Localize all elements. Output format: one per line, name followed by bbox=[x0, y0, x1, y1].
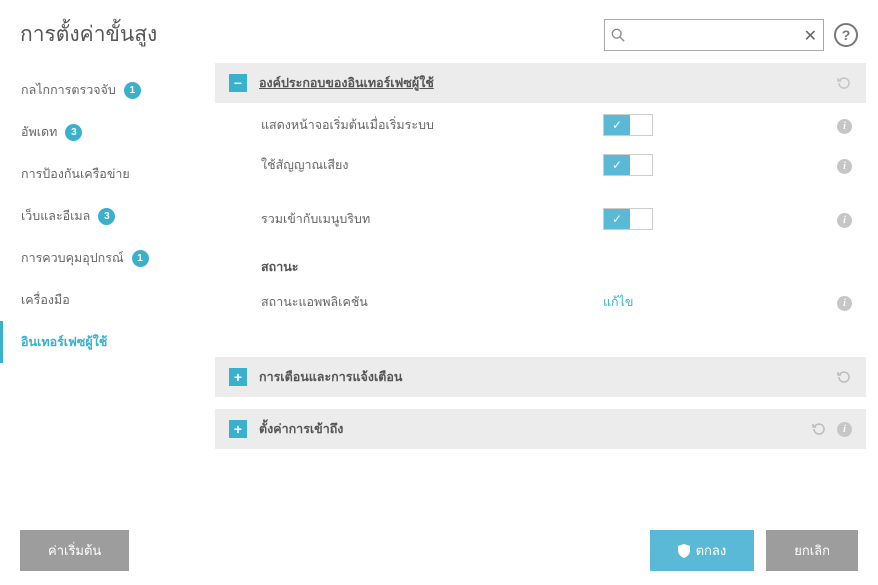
sidebar-item-network[interactable]: การป้องกันเครือข่าย bbox=[0, 153, 215, 195]
sidebar-item-ui[interactable]: อินเทอร์เฟซผู้ใช้ bbox=[0, 321, 215, 363]
search-box[interactable]: ✕ bbox=[604, 19, 824, 51]
section-ui-components[interactable]: − องค์ประกอบของอินเทอร์เฟซผู้ใช้ bbox=[215, 63, 866, 103]
info-icon[interactable]: i bbox=[837, 159, 852, 174]
setting-label: สถานะแอพพลิเคชัน bbox=[261, 292, 591, 312]
ok-button[interactable]: ตกลง bbox=[650, 530, 755, 571]
section-alerts[interactable]: + การเตือนและการแจ้งเตือน bbox=[215, 357, 866, 397]
search-input[interactable] bbox=[605, 20, 823, 50]
sidebar-item-label: เว็บและอีเมล bbox=[21, 206, 90, 226]
sidebar-item-label: การป้องกันเครือข่าย bbox=[21, 164, 130, 184]
reset-icon[interactable] bbox=[811, 421, 827, 437]
setting-label: แสดงหน้าจอเริ่มต้นเมื่อเริ่มระบบ bbox=[261, 115, 591, 135]
info-icon[interactable]: i bbox=[837, 119, 852, 134]
section-title[interactable]: องค์ประกอบของอินเทอร์เฟซผู้ใช้ bbox=[259, 73, 434, 93]
badge: 1 bbox=[124, 82, 141, 99]
sidebar-item-web-email[interactable]: เว็บและอีเมล 3 bbox=[0, 195, 215, 237]
badge: 3 bbox=[65, 124, 82, 141]
sidebar-item-detection[interactable]: กลไกการตรวจจับ 1 bbox=[0, 69, 215, 111]
setting-label: รวมเข้ากับเมนูบริบท bbox=[261, 209, 591, 229]
section-title: ตั้งค่าการเข้าถึง bbox=[259, 419, 343, 439]
content-pane: − องค์ประกอบของอินเทอร์เฟซผู้ใช้ แสดงหน้… bbox=[215, 63, 878, 523]
expand-icon[interactable]: + bbox=[229, 420, 247, 438]
info-icon[interactable]: i bbox=[837, 213, 852, 228]
edit-link[interactable]: แก้ไข bbox=[603, 295, 633, 309]
sidebar-item-label: การควบคุมอุปกรณ์ bbox=[21, 248, 124, 268]
footer: ค่าเริ่มต้น ตกลง ยกเลิก bbox=[0, 516, 878, 585]
cancel-button[interactable]: ยกเลิก bbox=[766, 530, 858, 571]
row-use-sound: ใช้สัญญาณเสียง ✓ i bbox=[215, 145, 866, 185]
page-title: การตั้งค่าขั้นสูง bbox=[20, 18, 157, 51]
row-show-startup: แสดงหน้าจอเริ่มต้นเมื่อเริ่มระบบ ✓ i bbox=[215, 105, 866, 145]
shield-icon bbox=[678, 544, 690, 558]
setting-label: ใช้สัญญาณเสียง bbox=[261, 155, 591, 175]
reset-icon[interactable] bbox=[836, 75, 852, 91]
toggle-show-startup[interactable]: ✓ bbox=[603, 114, 653, 136]
sidebar-item-update[interactable]: อัพเดท 3 bbox=[0, 111, 215, 153]
sidebar: กลไกการตรวจจับ 1 อัพเดท 3 การป้องกันเครื… bbox=[0, 63, 215, 523]
section-access[interactable]: + ตั้งค่าการเข้าถึง i bbox=[215, 409, 866, 449]
section-title: การเตือนและการแจ้งเตือน bbox=[259, 367, 402, 387]
sidebar-item-label: เครื่องมือ bbox=[21, 290, 70, 310]
sidebar-item-label: อัพเดท bbox=[21, 122, 57, 142]
default-button[interactable]: ค่าเริ่มต้น bbox=[20, 530, 129, 571]
collapse-icon[interactable]: − bbox=[229, 74, 247, 92]
search-icon bbox=[611, 28, 625, 42]
status-heading: สถานะ bbox=[215, 239, 866, 283]
sidebar-item-label: อินเทอร์เฟซผู้ใช้ bbox=[21, 332, 107, 352]
badge: 1 bbox=[132, 250, 149, 267]
ok-label: ตกลง bbox=[696, 540, 727, 561]
info-icon[interactable]: i bbox=[837, 422, 852, 437]
reset-icon[interactable] bbox=[836, 369, 852, 385]
info-icon[interactable]: i bbox=[837, 296, 852, 311]
sidebar-item-tools[interactable]: เครื่องมือ bbox=[0, 279, 215, 321]
row-app-status: สถานะแอพพลิเคชัน แก้ไข i bbox=[215, 283, 866, 321]
expand-icon[interactable]: + bbox=[229, 368, 247, 386]
row-integrate-menu: รวมเข้ากับเมนูบริบท ✓ i bbox=[215, 199, 866, 239]
toggle-use-sound[interactable]: ✓ bbox=[603, 154, 653, 176]
help-button[interactable]: ? bbox=[834, 23, 858, 47]
sidebar-item-device-control[interactable]: การควบคุมอุปกรณ์ 1 bbox=[0, 237, 215, 279]
clear-search-icon[interactable]: ✕ bbox=[804, 26, 817, 46]
badge: 3 bbox=[98, 208, 115, 225]
toggle-integrate-menu[interactable]: ✓ bbox=[603, 208, 653, 230]
sidebar-item-label: กลไกการตรวจจับ bbox=[21, 80, 116, 100]
